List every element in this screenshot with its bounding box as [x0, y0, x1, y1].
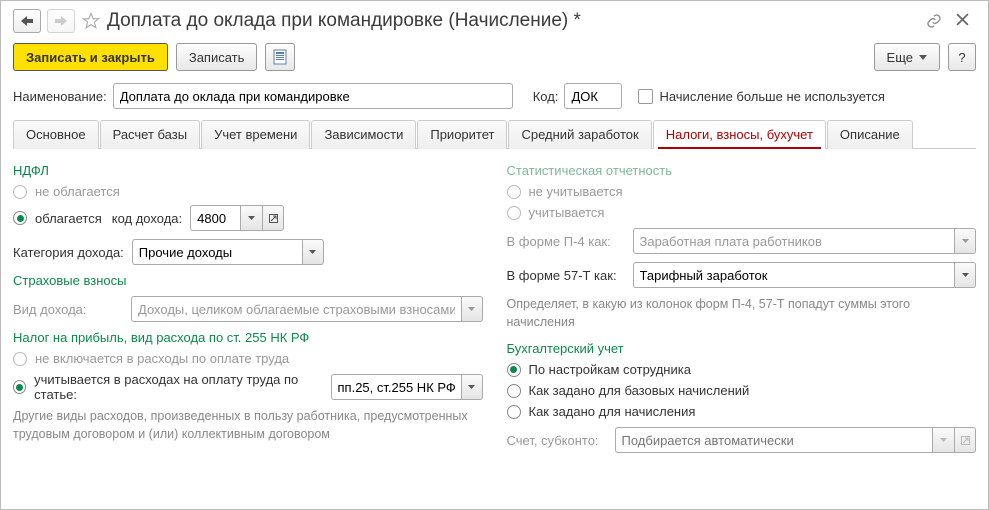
- sv-title: Страховые взносы: [13, 273, 483, 288]
- income-code-combo: [190, 205, 284, 231]
- ndfl-opt2-label: облагается: [35, 211, 102, 226]
- income-cat-input[interactable]: [132, 239, 302, 265]
- help-button[interactable]: ?: [948, 43, 976, 71]
- sv-kind-dropdown[interactable]: [461, 296, 483, 322]
- stat-hint: Определяет, в какую из колонок форм П-4,…: [507, 296, 977, 331]
- close-icon[interactable]: [956, 13, 972, 29]
- stat-opt2-label: учитывается: [529, 205, 605, 220]
- account-label: Счет, субконто:: [507, 433, 607, 448]
- account-open[interactable]: [954, 427, 976, 453]
- more-label: Еще: [887, 50, 913, 65]
- nav-forward-button[interactable]: [47, 9, 75, 33]
- income-code-input[interactable]: [190, 205, 240, 231]
- unused-label: Начисление больше не используется: [659, 89, 884, 104]
- save-and-close-button[interactable]: Записать и закрыть: [13, 43, 168, 71]
- bu-opt3-label: Как задано для начисления: [529, 404, 696, 419]
- bu-radio-2[interactable]: [507, 384, 521, 398]
- ndfl-radio-no[interactable]: [13, 185, 27, 199]
- tab-avg[interactable]: Средний заработок: [508, 120, 651, 149]
- nav-back-button[interactable]: [13, 9, 41, 33]
- name-input[interactable]: [113, 83, 513, 109]
- t57-label: В форме 57-Т как:: [507, 268, 625, 283]
- np-title: Налог на прибыль, вид расхода по ст. 255…: [13, 330, 483, 345]
- tab-priority[interactable]: Приоритет: [417, 120, 507, 149]
- favorite-icon[interactable]: [81, 11, 101, 31]
- left-column: НДФЛ не облагается облагается код дохода…: [13, 159, 483, 461]
- np-radio-no[interactable]: [13, 352, 27, 366]
- income-code-label: код дохода:: [112, 211, 182, 226]
- tab-deps[interactable]: Зависимости: [311, 120, 416, 149]
- code-label: Код:: [533, 89, 559, 104]
- bu-opt1-label: По настройкам сотрудника: [529, 362, 691, 377]
- sv-kind-label: Вид дохода:: [13, 302, 123, 317]
- window-title: Доплата до оклада при командировке (Начи…: [107, 10, 920, 32]
- name-code-row: Наименование: Код: Начисление больше не …: [13, 83, 976, 109]
- account-dropdown[interactable]: [932, 427, 954, 453]
- account-input[interactable]: [615, 427, 933, 453]
- ndfl-title: НДФЛ: [13, 163, 483, 178]
- right-column: Статистическая отчетность не учитывается…: [507, 159, 977, 461]
- stat-opt1-label: не учитывается: [529, 184, 623, 199]
- np-opt1-label: не включается в расходы по оплате труда: [35, 351, 289, 366]
- save-button[interactable]: Записать: [176, 43, 258, 71]
- tabs: Основное Расчет базы Учет времени Зависи…: [13, 119, 976, 149]
- income-cat-dropdown[interactable]: [302, 239, 324, 265]
- tab-content: НДФЛ не облагается облагается код дохода…: [13, 159, 976, 461]
- ndfl-radio-yes[interactable]: [13, 211, 27, 225]
- unused-checkbox[interactable]: [638, 89, 653, 104]
- bu-radio-1[interactable]: [507, 363, 521, 377]
- stat-title: Статистическая отчетность: [507, 163, 977, 178]
- p4-dropdown[interactable]: [954, 228, 976, 254]
- income-cat-label: Категория дохода:: [13, 245, 124, 260]
- np-article-dropdown[interactable]: [461, 374, 483, 400]
- code-input[interactable]: [564, 83, 622, 109]
- tab-base[interactable]: Расчет базы: [100, 120, 201, 149]
- title-actions: [926, 13, 976, 29]
- bu-opt2-label: Как задано для базовых начислений: [529, 383, 750, 398]
- np-radio-yes[interactable]: [13, 380, 26, 394]
- tab-desc[interactable]: Описание: [827, 120, 913, 149]
- stat-radio-no[interactable]: [507, 185, 521, 199]
- np-opt2-label: учитывается в расходах на оплату труда п…: [34, 372, 322, 402]
- bu-radio-3[interactable]: [507, 405, 521, 419]
- ndfl-opt1-label: не облагается: [35, 184, 120, 199]
- p4-input[interactable]: [633, 228, 955, 254]
- t57-dropdown[interactable]: [954, 262, 976, 288]
- report-button[interactable]: [265, 43, 295, 71]
- tab-taxes[interactable]: Налоги, взносы, бухучет: [653, 120, 826, 149]
- np-article-input[interactable]: [331, 374, 461, 400]
- income-code-open[interactable]: [262, 205, 284, 231]
- more-button[interactable]: Еще: [874, 43, 940, 71]
- p4-label: В форме П-4 как:: [507, 234, 625, 249]
- link-icon[interactable]: [926, 13, 942, 29]
- window: Доплата до оклада при командировке (Начи…: [0, 0, 989, 510]
- tab-main[interactable]: Основное: [13, 120, 99, 149]
- titlebar: Доплата до оклада при командировке (Начи…: [13, 9, 976, 33]
- np-hint: Другие виды расходов, произведенных в по…: [13, 408, 483, 443]
- sv-kind-input[interactable]: [131, 296, 461, 322]
- tab-time[interactable]: Учет времени: [201, 120, 310, 149]
- name-label: Наименование:: [13, 89, 107, 104]
- bu-title: Бухгалтерский учет: [507, 341, 977, 356]
- income-code-dropdown[interactable]: [240, 205, 262, 231]
- stat-radio-yes[interactable]: [507, 206, 521, 220]
- t57-input[interactable]: [633, 262, 955, 288]
- toolbar: Записать и закрыть Записать Еще ?: [13, 43, 976, 71]
